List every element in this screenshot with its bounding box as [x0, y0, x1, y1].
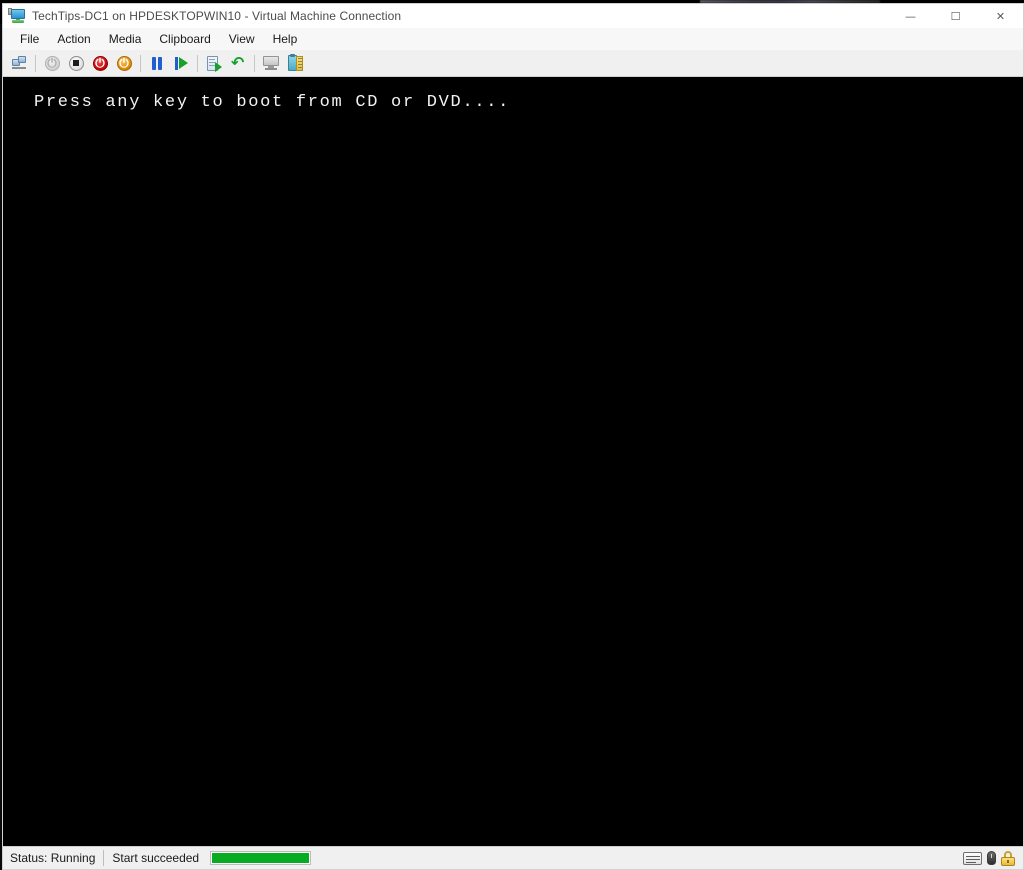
revert-icon: ↷	[231, 53, 245, 72]
checkpoint-icon	[207, 55, 222, 72]
menu-item-clipboard[interactable]: Clipboard	[150, 30, 219, 49]
turn-off-button[interactable]	[64, 52, 88, 74]
toolbar-separator	[197, 54, 198, 72]
reset-icon: ⏻	[116, 55, 132, 71]
virtual-machine-connection-window: TechTips-DC1 on HPDESKTOPWIN10 - Virtual…	[2, 3, 1024, 870]
enhanced-session-icon	[263, 56, 279, 70]
ctrl-alt-delete-icon	[11, 56, 27, 70]
revert-button[interactable]: ↷	[226, 52, 250, 74]
virtual-machine-icon	[8, 8, 26, 24]
settings-icon	[287, 54, 303, 71]
menu-item-media[interactable]: Media	[100, 30, 151, 49]
minimize-button[interactable]: —	[888, 4, 933, 28]
menu-item-view[interactable]: View	[220, 30, 264, 49]
ctrl-alt-delete-button[interactable]	[7, 52, 31, 74]
mouse-capture-icon	[987, 851, 996, 865]
pause-icon	[152, 56, 162, 70]
keyboard-capture-icon	[963, 851, 982, 865]
mouse-capture-button[interactable]	[987, 851, 996, 865]
lock-icon	[1001, 850, 1015, 866]
enhanced-session-button[interactable]	[259, 52, 283, 74]
menu-item-action[interactable]: Action	[48, 30, 99, 49]
keyboard-capture-button[interactable]	[963, 851, 982, 865]
menu-item-file[interactable]: File	[11, 30, 48, 49]
status-bar-icons	[963, 847, 1015, 869]
minimize-icon: —	[905, 9, 916, 23]
resume-icon	[174, 56, 188, 70]
window-title: TechTips-DC1 on HPDESKTOPWIN10 - Virtual…	[32, 9, 402, 23]
progress-bar-fill	[212, 853, 310, 863]
start-button[interactable]: ⏻	[40, 52, 64, 74]
menu-bar: File Action Media Clipboard View Help	[3, 28, 1023, 50]
menu-item-help[interactable]: Help	[264, 30, 307, 49]
maximize-button[interactable]: ☐	[933, 4, 978, 28]
vm-console-screen[interactable]: Press any key to boot from CD or DVD....	[3, 77, 1023, 846]
shut-down-icon: ⏻	[92, 55, 108, 71]
pause-button[interactable]	[145, 52, 169, 74]
toolbar-separator	[140, 54, 141, 72]
resume-button[interactable]	[169, 52, 193, 74]
turn-off-icon	[68, 55, 84, 71]
console-boot-message: Press any key to boot from CD or DVD....	[34, 93, 511, 112]
start-icon: ⏻	[44, 55, 60, 71]
close-icon: ✕	[995, 9, 1006, 23]
status-bar: Status: Running Start succeeded	[3, 846, 1023, 869]
title-bar[interactable]: TechTips-DC1 on HPDESKTOPWIN10 - Virtual…	[3, 4, 1023, 28]
toolbar: ⏻ ⏻ ⏻ ↷	[3, 50, 1023, 77]
toolbar-separator	[254, 54, 255, 72]
toolbar-separator	[35, 54, 36, 72]
status-divider	[103, 850, 105, 866]
reset-button[interactable]: ⏻	[112, 52, 136, 74]
operation-status-text: Start succeeded	[112, 851, 200, 865]
maximize-icon: ☐	[950, 9, 961, 23]
settings-button[interactable]	[283, 52, 307, 74]
lock-button[interactable]	[1001, 850, 1015, 866]
checkpoint-button[interactable]	[202, 52, 226, 74]
status-text: Status: Running	[10, 851, 96, 865]
shut-down-button[interactable]: ⏻	[88, 52, 112, 74]
progress-bar	[210, 851, 312, 865]
window-controls: — ☐ ✕	[888, 4, 1023, 28]
close-button[interactable]: ✕	[978, 4, 1023, 28]
